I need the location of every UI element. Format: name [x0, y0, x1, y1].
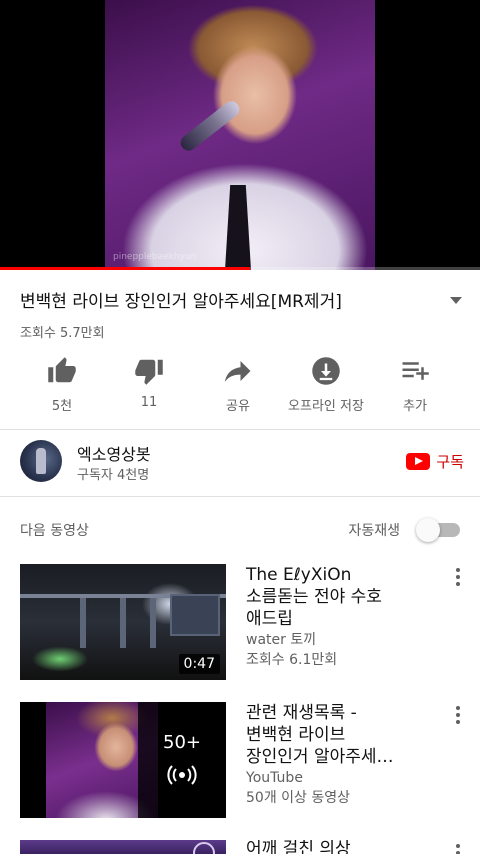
item-title: 변백현 라이브 [246, 725, 346, 745]
up-next-header: 다음 동영상 자동재생 [20, 518, 460, 542]
up-next-label: 다음 동영상 [20, 523, 89, 539]
item-stats: 50개 이상 동영상 [246, 790, 350, 806]
download-icon [312, 357, 340, 385]
youtube-logo-icon [406, 452, 431, 470]
playlist-count: 50+ [163, 732, 201, 753]
broadcast-icon [167, 765, 197, 785]
action-bar: 5천 11 공유 오프라인 저장 추가 [0, 356, 480, 416]
divider [0, 429, 480, 430]
progress-fill [0, 267, 250, 270]
playlist-thumbnail[interactable]: 50+ [20, 702, 226, 818]
video-watermark: pinepplebaekhyun [113, 252, 197, 262]
download-button[interactable]: 오프라인 저장 [281, 356, 371, 416]
avatar[interactable] [20, 440, 62, 482]
video-title-row[interactable]: 변백현 라이브 장인인거 알아주세요[MR제거] [20, 287, 470, 317]
thumb-up-icon [48, 357, 76, 383]
item-channel: YouTube [246, 770, 303, 786]
like-count: 5천 [51, 399, 73, 414]
more-options-icon[interactable] [456, 706, 460, 724]
video-thumbnail[interactable]: 0:47 [20, 564, 226, 680]
share-button[interactable]: 공유 [193, 356, 283, 416]
item-title: 장인인거 알아주세… [246, 747, 394, 767]
divider [0, 496, 480, 497]
list-item[interactable]: 어깨 걸친 의상 [0, 840, 480, 854]
thumbnail-stage [120, 598, 126, 648]
more-options-icon[interactable] [456, 568, 460, 586]
item-meta[interactable]: 어깨 걸친 의상 [246, 840, 431, 854]
thumbnail-screen [170, 594, 220, 636]
progress-bar[interactable] [0, 267, 480, 270]
item-title: 애드립 [246, 609, 293, 629]
thumbnail-emblem [193, 842, 215, 854]
share-label: 공유 [226, 399, 250, 414]
avatar-figure [36, 448, 46, 474]
video-player[interactable]: pinepplebaekhyun [0, 0, 480, 270]
list-item[interactable]: 50+ 관련 재생목록 - 변백현 라이브 장인인거 알아주세… YouTube… [0, 702, 480, 822]
item-title: 어깨 걸친 의상 [246, 840, 351, 854]
item-meta[interactable]: 관련 재생목록 - 변백현 라이브 장인인거 알아주세… YouTube 50개… [246, 702, 431, 808]
item-title: 소름돋는 전야 수호 [246, 587, 382, 607]
add-to-playlist-icon [402, 362, 429, 380]
more-options-icon[interactable] [456, 844, 460, 854]
tie-image [225, 185, 251, 270]
subscriber-count: 구독자 4천명 [77, 468, 150, 483]
subscribe-button[interactable]: 구독 [406, 450, 464, 472]
dislike-button[interactable]: 11 [104, 356, 194, 416]
playlist-overlay: 50+ [138, 702, 226, 818]
video-thumbnail[interactable] [20, 840, 226, 854]
item-title: The EℓyXiOn [246, 565, 352, 585]
autoplay-toggle-knob[interactable] [416, 518, 440, 542]
autoplay-label: 자동재생 [348, 523, 400, 539]
video-frame[interactable]: pinepplebaekhyun [105, 0, 375, 270]
chevron-down-icon[interactable] [450, 297, 462, 304]
channel-row[interactable]: 엑소영상봇 구독자 4천명 구독 [0, 431, 480, 495]
item-stats: 조회수 6.1만회 [246, 652, 338, 668]
add-to-playlist-button[interactable]: 추가 [370, 356, 460, 416]
thumb-down-icon [135, 359, 163, 385]
share-icon [224, 361, 251, 382]
item-meta[interactable]: The EℓyXiOn 소름돋는 전야 수호 애드립 water 토끼 조회수 … [246, 564, 431, 670]
like-button[interactable]: 5천 [17, 356, 107, 416]
duration-badge: 0:47 [178, 654, 220, 674]
video-title: 변백현 라이브 장인인거 알아주세요[MR제거] [20, 292, 342, 312]
thumbnail-stage [150, 598, 156, 648]
subscribe-label: 구독 [436, 452, 464, 471]
download-label: 오프라인 저장 [288, 399, 364, 414]
list-item[interactable]: 0:47 The EℓyXiOn 소름돋는 전야 수호 애드립 water 토끼… [0, 564, 480, 684]
item-channel: water 토끼 [246, 632, 317, 648]
item-title: 관련 재생목록 - [246, 703, 357, 723]
view-count: 조회수 5.7만회 [20, 326, 105, 341]
channel-name[interactable]: 엑소영상봇 [77, 441, 151, 465]
add-label: 추가 [403, 399, 427, 414]
microphone-image [177, 98, 243, 154]
thumbnail-stage [80, 598, 86, 648]
dislike-count: 11 [140, 395, 158, 410]
